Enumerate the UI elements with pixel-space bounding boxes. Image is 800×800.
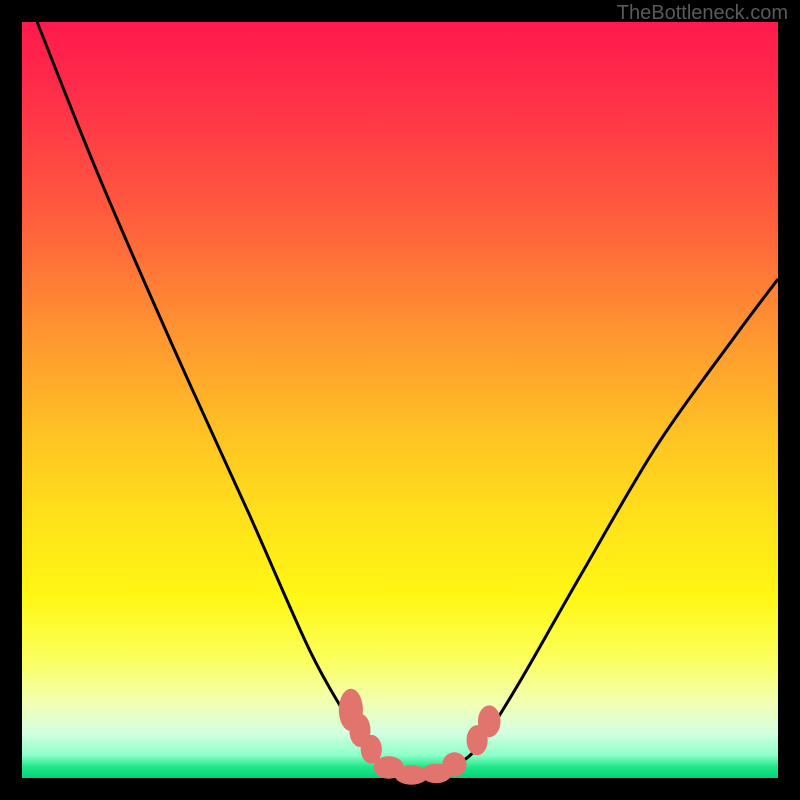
bottleneck-curve-line: [37, 22, 778, 778]
chart-plot-area: [22, 22, 778, 778]
curve-marker: [442, 752, 466, 776]
curve-markers-group: [339, 689, 501, 785]
curve-marker: [478, 705, 501, 737]
watermark-text: TheBottleneck.com: [617, 2, 788, 25]
chart-svg: [22, 22, 778, 778]
